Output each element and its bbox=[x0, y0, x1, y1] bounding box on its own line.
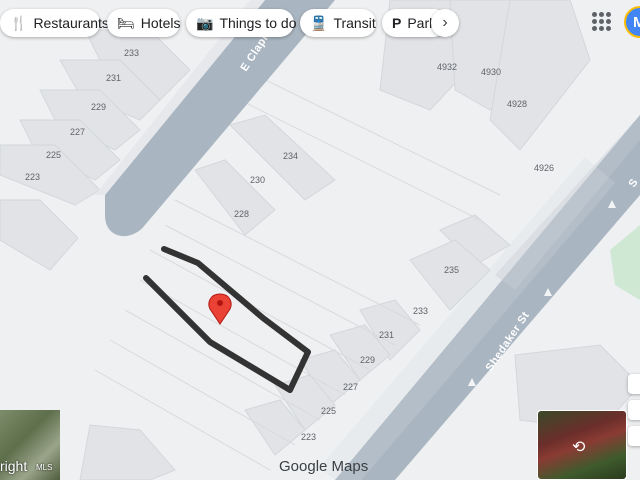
google-wordmark: Google bbox=[279, 458, 328, 475]
maps-wordmark: Maps bbox=[331, 458, 369, 475]
google-maps-logo: Google Maps bbox=[279, 458, 368, 475]
train-icon: 🚆 bbox=[310, 14, 328, 31]
house-number: 228 bbox=[234, 209, 249, 219]
satellite-label: right bbox=[0, 458, 28, 474]
house-number: 231 bbox=[379, 330, 394, 340]
house-number: 225 bbox=[46, 150, 61, 160]
house-number: 4930 bbox=[481, 67, 501, 77]
house-number: 233 bbox=[124, 48, 139, 58]
house-number: 227 bbox=[343, 382, 358, 392]
house-number: 235 bbox=[444, 265, 459, 275]
zoom-out-button[interactable] bbox=[628, 426, 640, 446]
fork-knife-icon: 🍴 bbox=[10, 14, 28, 31]
house-number: 223 bbox=[25, 172, 40, 182]
chip-label: Restaurants bbox=[33, 15, 109, 31]
house-number: 233 bbox=[413, 306, 428, 316]
chip-label: Hotels bbox=[140, 15, 181, 31]
chip-transit[interactable]: 🚆 Transit bbox=[300, 9, 376, 37]
parking-icon: P bbox=[392, 15, 402, 31]
layers-toggle-button[interactable]: right MLS bbox=[0, 410, 60, 480]
chevron-right-icon[interactable]: › bbox=[431, 9, 459, 37]
house-number: 227 bbox=[70, 127, 85, 137]
house-number: 230 bbox=[250, 175, 265, 185]
my-location-button[interactable] bbox=[628, 374, 640, 394]
house-number: 223 bbox=[301, 432, 316, 442]
chip-restaurants[interactable]: 🍴 Restaurants bbox=[0, 9, 109, 37]
apps-grid-icon[interactable] bbox=[590, 10, 612, 32]
satellite-sub-label: MLS bbox=[36, 463, 53, 472]
house-number: 4932 bbox=[437, 62, 457, 72]
chip-label: Transit bbox=[333, 15, 376, 31]
chip-hotels[interactable]: 🛏 Hotels bbox=[107, 9, 180, 37]
house-number: 229 bbox=[91, 102, 106, 112]
house-number: 229 bbox=[360, 355, 375, 365]
map-canvas[interactable]: E Clapier St Shedaker St S 233 231 229 2… bbox=[0, 0, 640, 480]
chip-label: Things to do bbox=[219, 15, 297, 31]
house-number: 231 bbox=[106, 73, 121, 83]
zoom-in-button[interactable] bbox=[628, 400, 640, 420]
house-number: 225 bbox=[321, 406, 336, 416]
bed-icon: 🛏 bbox=[117, 14, 135, 31]
rotate-360-icon: ⟲ bbox=[572, 439, 586, 456]
house-number: 4926 bbox=[534, 163, 554, 173]
map-view[interactable]: E Clapier St Shedaker St S 233 231 229 2… bbox=[0, 0, 640, 480]
camera-icon: 📷 bbox=[196, 14, 214, 31]
house-number: 234 bbox=[283, 151, 298, 161]
house-number: 4928 bbox=[507, 99, 527, 109]
chip-things-to-do[interactable]: 📷 Things to do bbox=[186, 9, 297, 37]
street-view-thumbnail[interactable]: ⟲ bbox=[537, 410, 627, 480]
